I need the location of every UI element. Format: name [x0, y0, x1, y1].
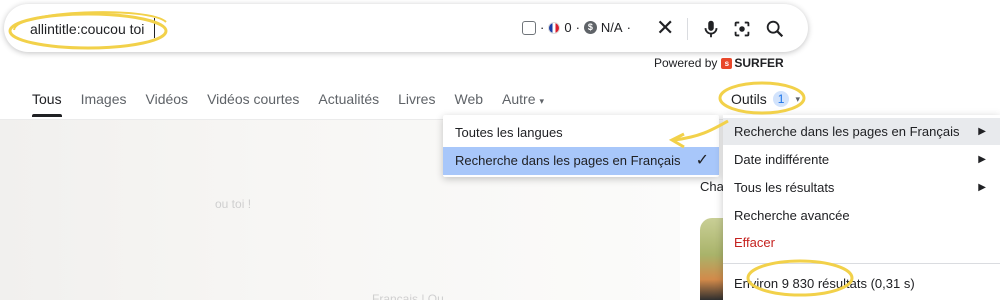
surfer-logo[interactable]: s SURFER — [721, 56, 784, 70]
tab-actualites[interactable]: Actualités — [318, 91, 379, 107]
lang-option-french-label: Recherche dans les pages en Français — [455, 153, 681, 168]
search-bar[interactable]: allintitle:coucou toi · 0 · $ N/A · ✕ — [4, 4, 808, 52]
checkmark-icon: ✓ — [695, 152, 709, 169]
tab-videos-courtes[interactable]: Vidéos courtes — [207, 91, 299, 107]
dollar-icon: $ — [583, 21, 597, 34]
clear-search-icon[interactable]: ✕ — [656, 16, 674, 40]
tab-tous[interactable]: Tous — [32, 91, 62, 117]
surfer-logo-icon: s — [721, 57, 733, 69]
outils-label: Outils — [731, 91, 767, 107]
lens-camera-icon[interactable] — [731, 18, 753, 40]
surfer-metrics: · 0 · $ N/A · — [540, 20, 631, 35]
france-flag-icon — [548, 21, 561, 34]
tools-language-label: Recherche dans les pages en Français — [734, 124, 960, 139]
lang-option-french[interactable]: Recherche dans les pages en Français ✓ — [443, 147, 719, 175]
surfer-cpc-value: N/A — [600, 20, 623, 35]
powered-by-surfer: Powered by s SURFER — [654, 56, 784, 70]
tools-clear[interactable]: Effacer — [723, 229, 1000, 256]
search-icon[interactable] — [764, 18, 786, 40]
submenu-arrow-icon: ▶ — [978, 182, 986, 193]
tools-date-item[interactable]: Date indifférente ▶ — [723, 146, 1000, 173]
tools-divider — [723, 263, 1000, 264]
surfer-checkbox[interactable] — [522, 21, 536, 35]
tools-advanced-search[interactable]: Recherche avancée — [723, 202, 1000, 229]
ghost-footer: Français | Qu — [372, 292, 444, 300]
lang-option-all[interactable]: Toutes les langues — [443, 119, 719, 147]
tab-images[interactable]: Images — [81, 91, 127, 107]
tab-videos[interactable]: Vidéos — [146, 91, 189, 107]
submenu-arrow-icon: ▶ — [978, 126, 986, 137]
tools-results-label: Tous les résultats — [734, 180, 835, 195]
result-stats: Environ 9 830 résultats (0,31 s) — [734, 276, 915, 291]
outils-button[interactable]: Outils 1 ▾ — [731, 91, 800, 107]
ghost-snippet: ou toi ! — [215, 197, 252, 211]
tab-autre[interactable]: Autre ▾ — [502, 91, 544, 107]
outils-badge: 1 — [772, 91, 790, 107]
caret-down-icon: ▾ — [795, 93, 801, 104]
tools-results-item[interactable]: Tous les résultats ▶ — [723, 174, 1000, 201]
tools-date-label: Date indifférente — [734, 152, 830, 167]
tab-autre-label: Autre — [502, 91, 536, 107]
caret-down-icon: ▾ — [539, 96, 545, 106]
search-tabs: Tous Images Vidéos Vidéos courtes Actual… — [32, 91, 563, 117]
search-input[interactable]: allintitle:coucou toi — [30, 21, 144, 37]
side-panel-label: Cha — [700, 179, 724, 194]
tab-web[interactable]: Web — [454, 91, 483, 107]
surfer-separator: · — [626, 20, 631, 35]
text-caret — [154, 18, 155, 38]
tools-language-item[interactable]: Recherche dans les pages en Français ▶ — [723, 118, 1000, 145]
surfer-brand: SURFER — [734, 56, 784, 70]
submenu-arrow-icon: ▶ — [978, 154, 986, 165]
powered-by-label: Powered by — [654, 56, 718, 70]
search-divider — [687, 18, 688, 40]
surfer-separator: · — [540, 20, 545, 35]
surfer-volume-count: 0 — [564, 20, 572, 35]
tab-livres[interactable]: Livres — [398, 91, 435, 107]
tools-menu: Recherche dans les pages en Français ▶ D… — [723, 115, 1000, 300]
language-menu: Toutes les langues Recherche dans les pa… — [443, 115, 719, 177]
surfer-separator: · — [575, 20, 580, 35]
microphone-icon[interactable] — [700, 18, 722, 40]
